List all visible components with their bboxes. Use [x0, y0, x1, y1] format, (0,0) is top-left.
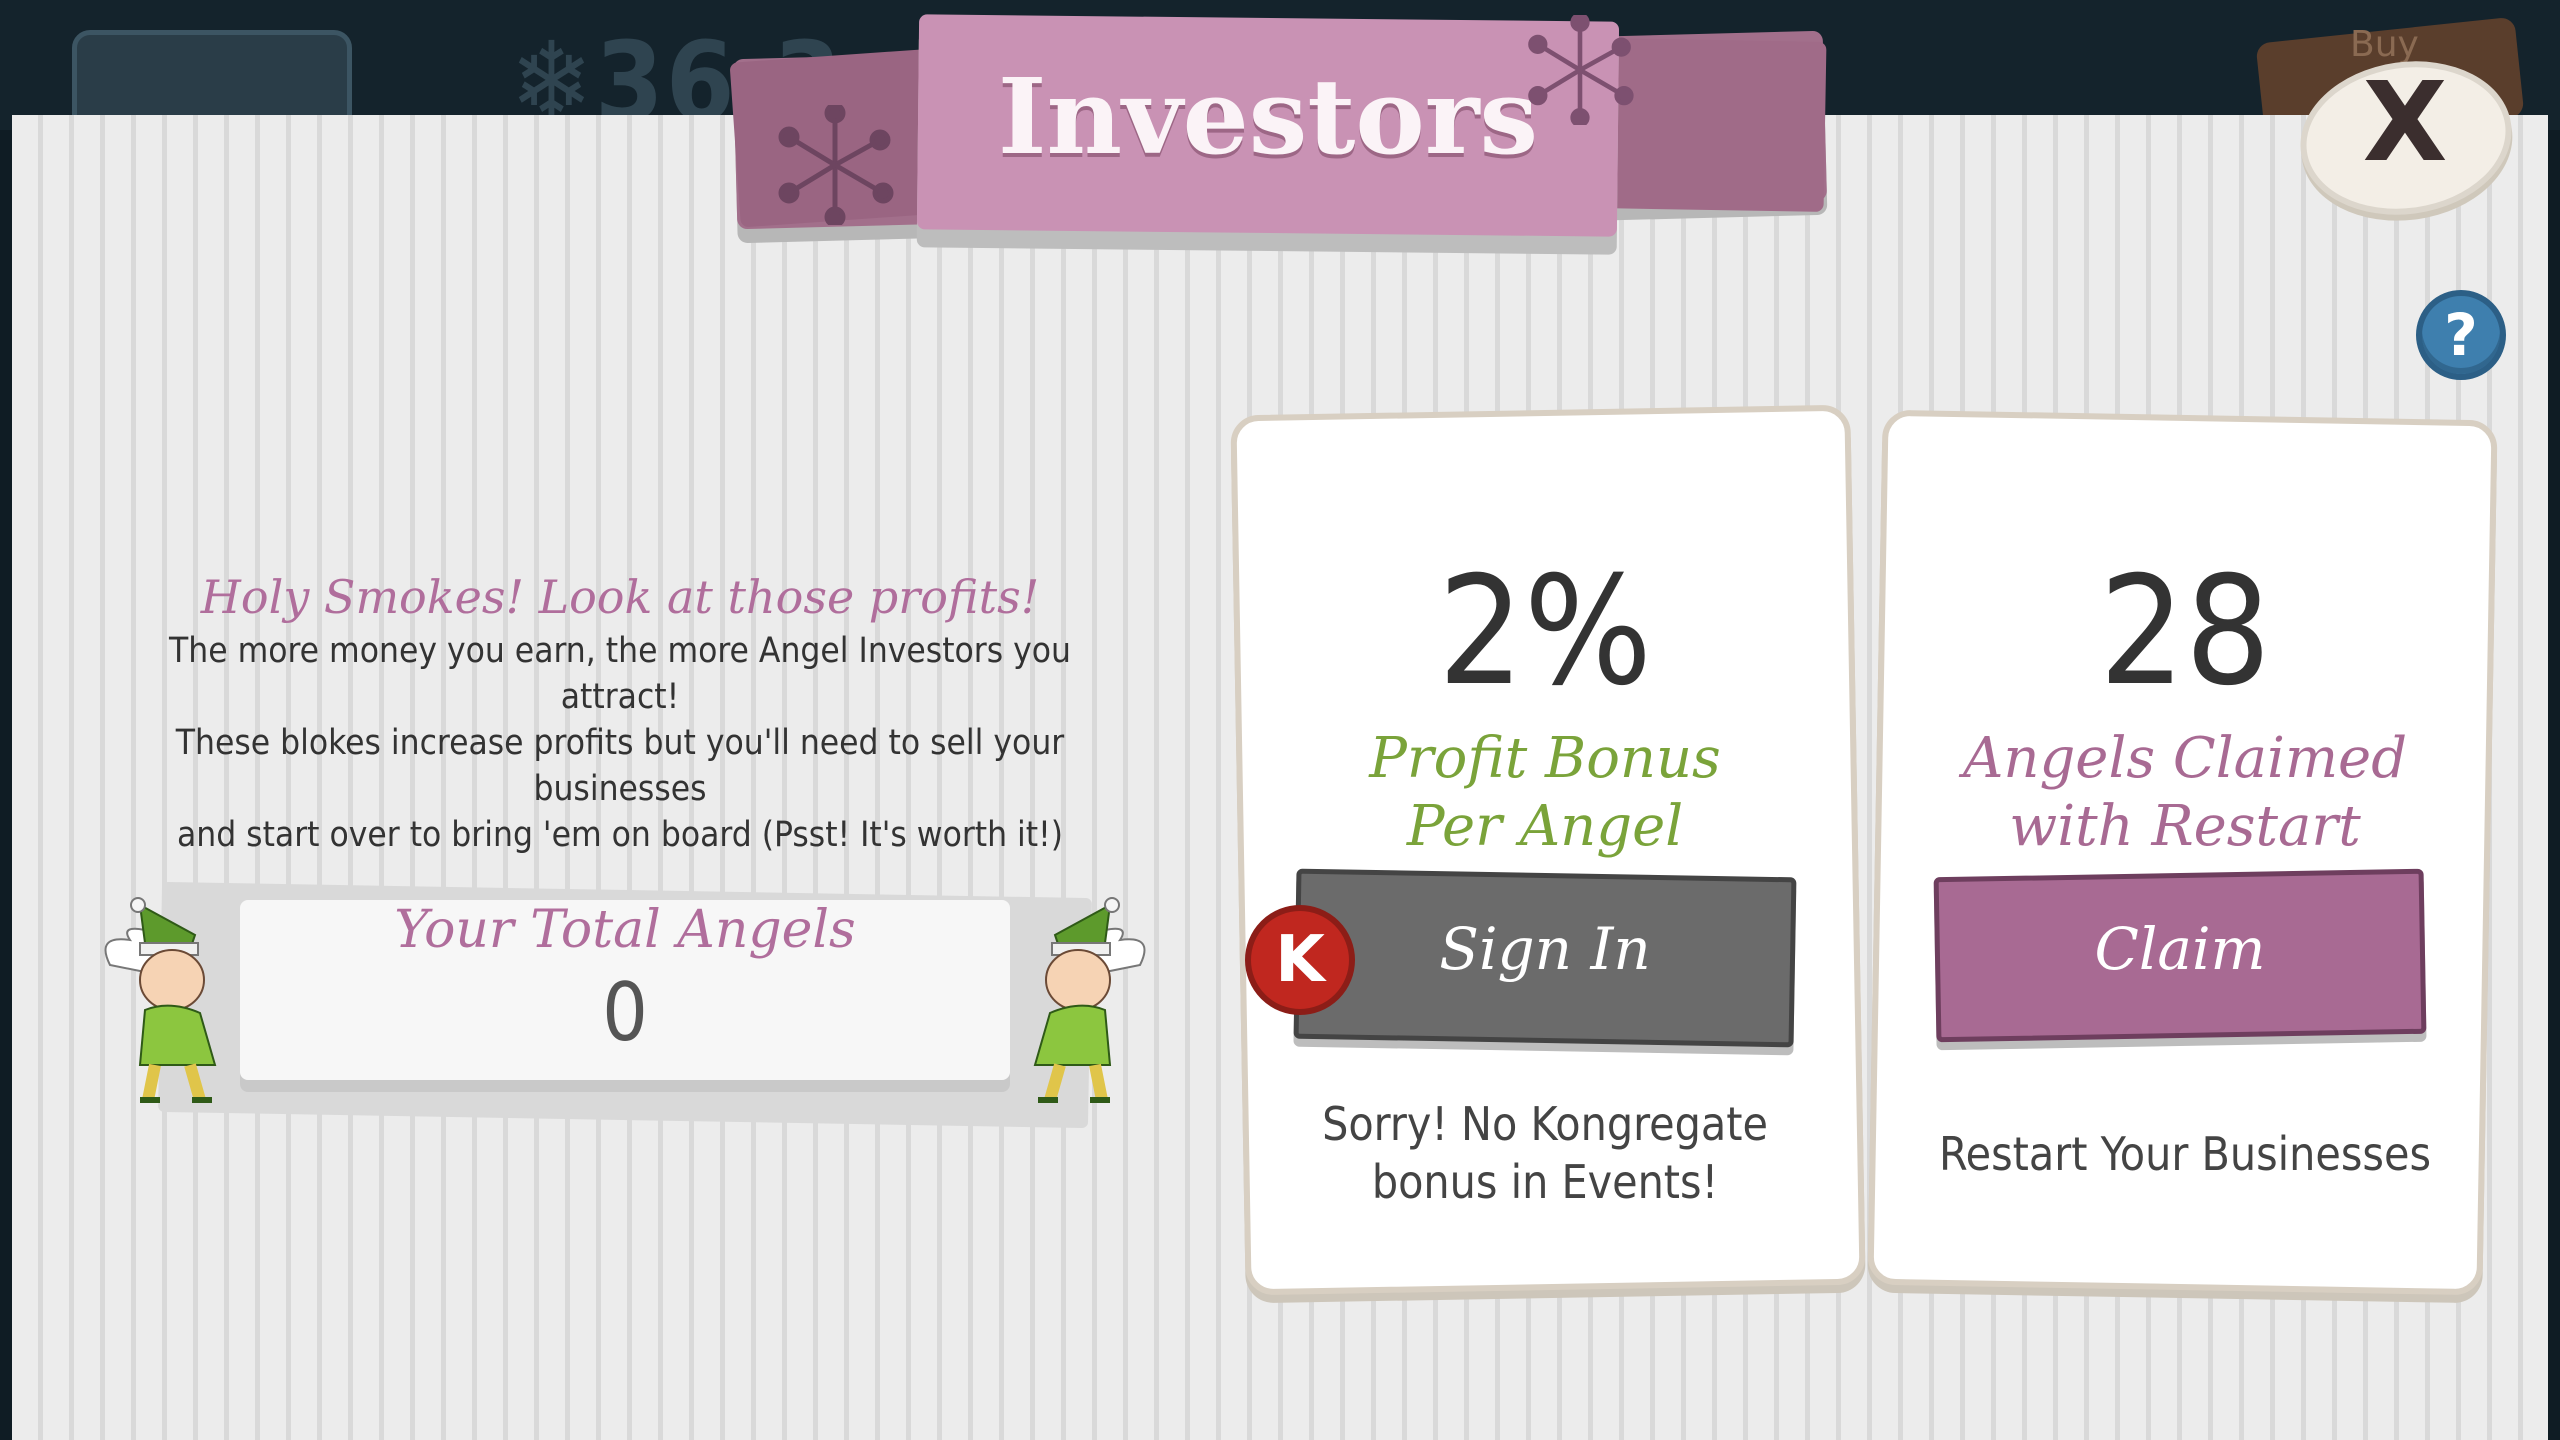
- total-angels-label: Your Total Angels: [394, 900, 856, 960]
- modal-title: Investors: [997, 55, 1539, 178]
- kongregate-note-line: bonus in Events!: [1371, 1155, 1719, 1209]
- elf-angel-icon: [1033, 897, 1146, 1103]
- profit-bonus-title-line: Per Angel: [1406, 794, 1684, 859]
- angels-claimed-title: Angels Claimed with Restart: [1885, 725, 2485, 861]
- angels-claimed-title-line: Angels Claimed: [1962, 726, 2408, 791]
- info-description: The more money you earn, the more Angel …: [110, 628, 1130, 858]
- elf-angel-icon: [104, 897, 217, 1103]
- kongregate-note: Sorry! No Kongregate bonus in Events!: [1245, 1095, 1845, 1211]
- info-headline: Holy Smokes! Look at those profits!: [200, 570, 1040, 624]
- total-angels-value: 0: [602, 966, 648, 1059]
- profit-bonus-title: Profit Bonus Per Angel: [1245, 725, 1845, 861]
- kongregate-icon: K: [1275, 923, 1325, 997]
- info-line: These blokes increase profits but you'll…: [175, 723, 1065, 809]
- sparkle-icon: [1528, 15, 1634, 125]
- restart-note: Restart Your Businesses: [1938, 1127, 2432, 1181]
- close-icon[interactable]: X: [2300, 58, 2510, 198]
- profit-bonus-title-line: Profit Bonus: [1369, 726, 1721, 791]
- angels-claimed-title-line: with Restart: [2009, 794, 2361, 859]
- angels-claimed-value: 28: [2099, 545, 2271, 719]
- help-icon[interactable]: ?: [2416, 290, 2506, 380]
- sign-in-label[interactable]: Sign In: [1295, 915, 1795, 983]
- info-line: The more money you earn, the more Angel …: [169, 631, 1071, 717]
- sparkle-icon: [778, 105, 894, 225]
- profit-bonus-value: 2%: [1437, 545, 1653, 719]
- kongregate-note-line: Sorry! No Kongregate: [1322, 1097, 1768, 1151]
- info-line: and start over to bring 'em on board (Ps…: [176, 815, 1064, 855]
- claim-label[interactable]: Claim: [1935, 915, 2425, 983]
